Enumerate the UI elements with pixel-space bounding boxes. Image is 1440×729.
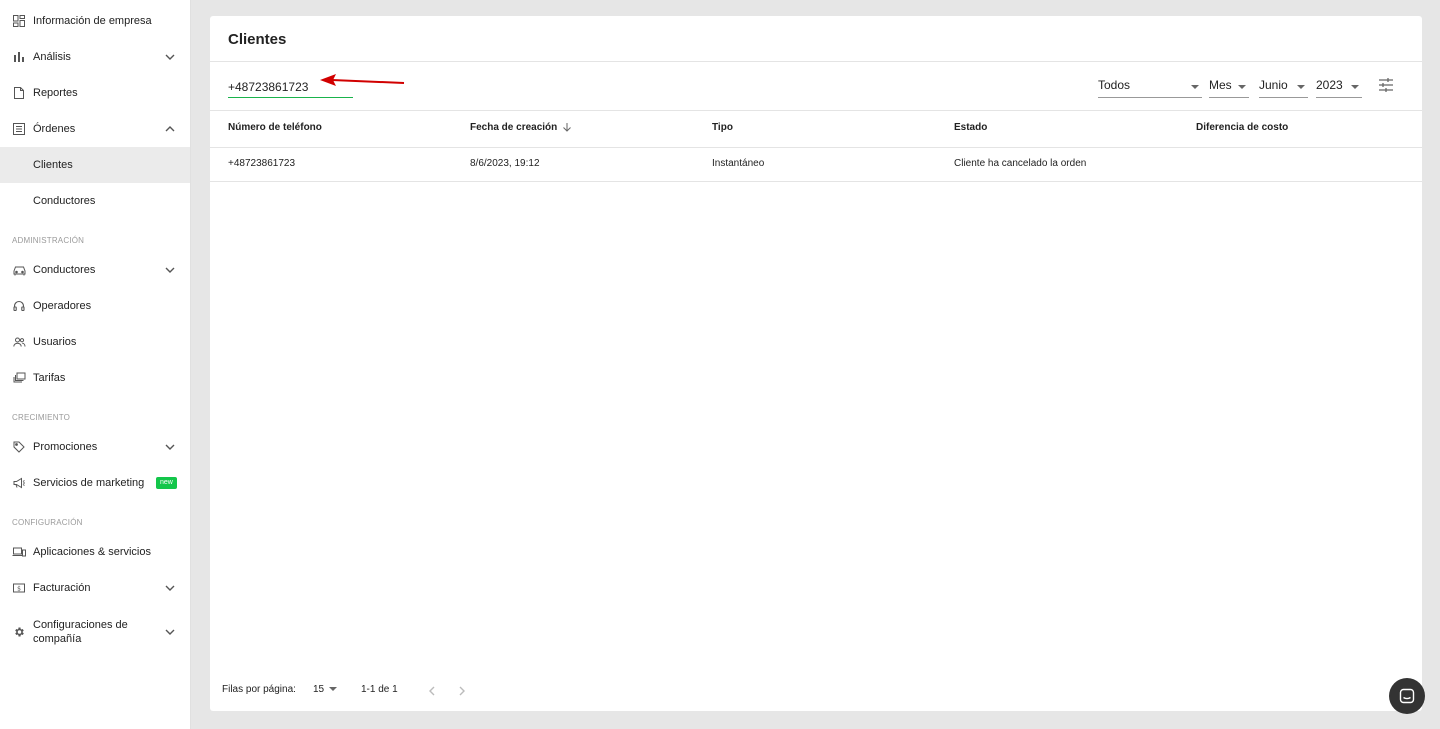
chevron-right-icon: [459, 686, 465, 696]
year-filter-select[interactable]: 2023: [1316, 76, 1362, 98]
new-badge: new: [156, 477, 177, 489]
toolbar-divider: [210, 110, 1422, 111]
tag-icon: [12, 440, 26, 454]
rows-per-page-label: Filas por página:: [222, 684, 296, 695]
chevron-down-icon: [164, 582, 176, 594]
section-growth: CRECIMIENTO: [12, 413, 71, 422]
caret-down-icon: [329, 687, 338, 692]
column-header-created[interactable]: Fecha de creación: [470, 122, 572, 133]
sidebar-item-label: Facturación: [33, 582, 91, 594]
chevron-down-icon: [164, 51, 176, 63]
chevron-down-icon: [164, 626, 176, 638]
rows-per-page-select[interactable]: 15: [313, 684, 338, 695]
users-icon: [12, 335, 26, 349]
tariffs-icon: [12, 371, 26, 385]
sidebar-item-label: Operadores: [33, 300, 92, 312]
sidebar-item-label: Conductores: [33, 264, 96, 276]
next-page-button[interactable]: [455, 684, 469, 698]
sidebar-item-label: Conductores: [33, 195, 96, 207]
billing-icon: $: [12, 581, 26, 595]
prev-page-button[interactable]: [425, 684, 439, 698]
rows-per-page-value: 15: [313, 684, 325, 695]
filter-settings-button[interactable]: [1377, 76, 1395, 94]
sidebar-item-tariffs[interactable]: Tarifas: [0, 360, 190, 396]
sidebar-item-label: Información de empresa: [33, 15, 152, 27]
sidebar-item-label: Configuraciones de compañía: [33, 619, 128, 645]
sidebar-item-label: Aplicaciones & servicios: [33, 546, 151, 558]
caret-down-icon: [1238, 85, 1246, 89]
chevron-left-icon: [429, 686, 435, 696]
devices-icon: [12, 545, 26, 559]
chat-launcher-button[interactable]: [1389, 678, 1425, 714]
sidebar-item-label: Promociones: [33, 441, 98, 453]
sidebar-item-users[interactable]: Usuarios: [0, 324, 190, 360]
sidebar-item-label: Clientes: [33, 159, 73, 171]
pagination-range: 1-1 de 1: [361, 684, 398, 695]
sidebar-item-analysis[interactable]: Análisis: [0, 39, 190, 75]
sidebar-item-label: Usuarios: [33, 336, 77, 348]
gear-icon: [12, 625, 26, 639]
chat-icon: [1399, 688, 1415, 704]
sliders-icon: [1379, 78, 1393, 92]
sidebar-item-company-info[interactable]: Información de empresa: [0, 3, 190, 39]
section-admin: ADMINISTRACIÓN: [12, 236, 85, 245]
sidebar-item-billing[interactable]: $ Facturación: [0, 570, 190, 606]
sidebar-item-apps-services[interactable]: Aplicaciones & servicios: [0, 534, 190, 570]
sidebar-item-promotions[interactable]: Promociones: [0, 429, 190, 465]
cell-status: Cliente ha cancelado la orden: [954, 158, 1087, 169]
sidebar-item-orders[interactable]: Órdenes: [0, 111, 190, 147]
sidebar-item-reports[interactable]: Reportes: [0, 75, 190, 111]
chevron-down-icon: [164, 441, 176, 453]
column-header-type[interactable]: Tipo: [712, 122, 733, 133]
chevron-down-icon: [164, 264, 176, 276]
cell-type: Instantáneo: [712, 158, 765, 169]
sidebar-item-label: Servicios de marketing: [33, 477, 145, 489]
megaphone-icon: [12, 476, 26, 490]
column-header-cost-diff[interactable]: Diferencia de costo: [1196, 122, 1288, 133]
chevron-up-icon: [164, 123, 176, 135]
report-icon: [12, 86, 26, 100]
caret-down-icon: [1351, 85, 1359, 89]
sidebar-item-label: Tarifas: [33, 372, 66, 384]
header-row-divider: [210, 147, 1422, 148]
svg-text:$: $: [17, 586, 21, 593]
month-filter-value: Junio: [1259, 78, 1288, 92]
section-config: CONFIGURACIÓN: [12, 518, 83, 527]
bar-chart-icon: [12, 50, 26, 64]
header-divider: [210, 61, 1422, 62]
column-header-label: Fecha de creación: [470, 122, 558, 133]
cell-created: 8/6/2023, 19:12: [470, 158, 540, 169]
dashboard-icon: [12, 14, 26, 28]
caret-down-icon: [1191, 85, 1199, 89]
red-arrow-annotation: [320, 74, 405, 86]
row-divider: [210, 181, 1422, 182]
type-filter-select[interactable]: Todos: [1098, 76, 1202, 98]
sidebar-item-company-settings[interactable]: Configuraciones de compañía: [0, 613, 190, 651]
sidebar-item-label: Órdenes: [33, 123, 76, 135]
car-icon: [12, 263, 26, 277]
sort-down-icon: [563, 123, 571, 133]
headset-icon: [12, 299, 26, 313]
sidebar-item-operators[interactable]: Operadores: [0, 288, 190, 324]
orders-icon: [12, 122, 26, 136]
sidebar-item-marketing[interactable]: Servicios de marketing new: [0, 465, 190, 501]
sidebar-item-clients[interactable]: Clientes: [0, 147, 190, 183]
sidebar-item-label: Reportes: [33, 87, 78, 99]
column-header-phone[interactable]: Número de teléfono: [228, 122, 322, 133]
period-filter-select[interactable]: Mes: [1209, 76, 1249, 98]
sidebar-item-drivers[interactable]: Conductores: [0, 252, 190, 288]
period-filter-value: Mes: [1209, 78, 1232, 92]
cell-phone: +48723861723: [228, 158, 296, 169]
main-card: Clientes Todos Mes Junio 2023 Número de …: [210, 16, 1422, 711]
sidebar-item-label: Análisis: [33, 51, 71, 63]
month-filter-select[interactable]: Junio: [1259, 76, 1308, 98]
sidebar-item-order-drivers[interactable]: Conductores: [0, 183, 190, 219]
column-header-status[interactable]: Estado: [954, 122, 987, 133]
sidebar: Información de empresa Análisis Reportes…: [0, 0, 191, 729]
caret-down-icon: [1297, 85, 1305, 89]
type-filter-value: Todos: [1098, 78, 1131, 92]
year-filter-value: 2023: [1316, 78, 1343, 92]
page-title: Clientes: [228, 31, 287, 48]
